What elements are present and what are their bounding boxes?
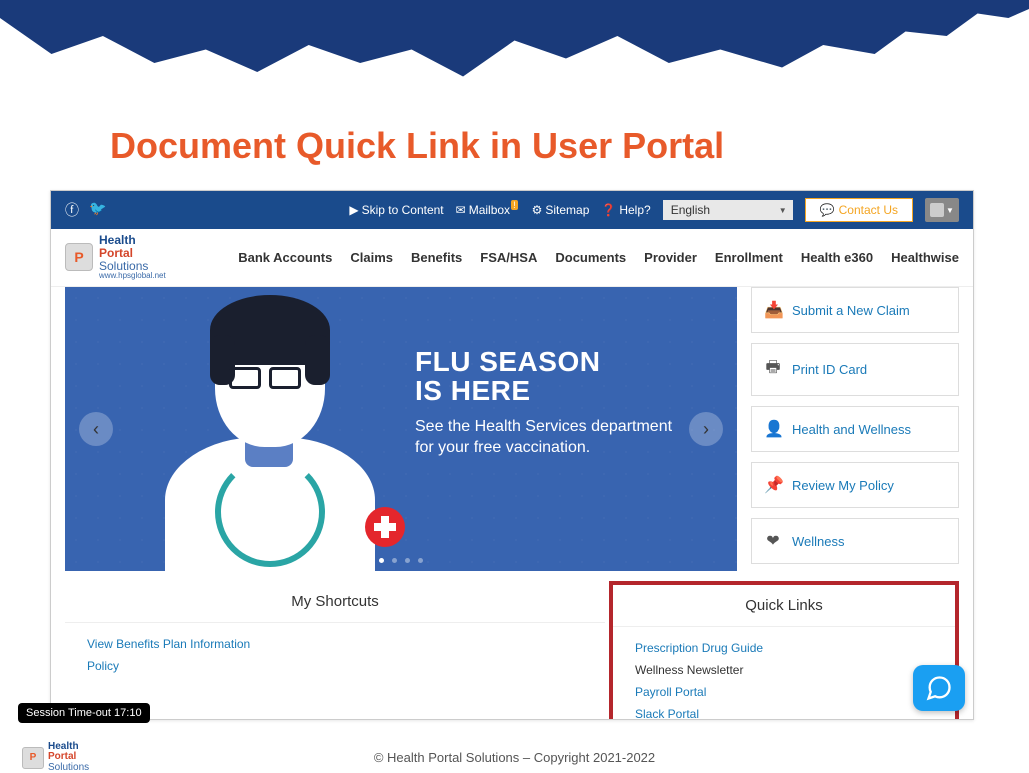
side-cards: 📥 Submit a New Claim 🖶 Print ID Card 👤 Heal…	[751, 287, 959, 571]
shortcuts-title: My Shortcuts	[65, 581, 605, 622]
hero-carousel: ‹ › FLU SEASONIS HERE See the Health Ser…	[65, 287, 737, 571]
sidecard-health-wellness[interactable]: 👤 Health and Wellness	[751, 406, 959, 452]
my-shortcuts-panel: My Shortcuts View Benefits Plan Informat…	[65, 581, 605, 720]
facebook-icon[interactable]: ⓕ	[65, 200, 79, 220]
print-icon: 🖶	[764, 356, 782, 383]
nav-fsa-hsa[interactable]: FSA/HSA	[480, 250, 537, 265]
sidecard-review-policy[interactable]: 📌 Review My Policy	[751, 462, 959, 508]
nav-provider[interactable]: Provider	[644, 250, 697, 265]
footer-copyright: © Health Portal Solutions – Copyright 20…	[374, 750, 655, 765]
nav-bank-accounts[interactable]: Bank Accounts	[238, 250, 332, 265]
portal-screenshot: ⓕ 🐦 ▶ Skip to Content ✉ Mailbox! ⚙ Sitem…	[50, 190, 974, 720]
sidecard-label: Wellness	[792, 534, 845, 549]
user-menu[interactable]: ▼	[925, 198, 959, 222]
help-label: Help?	[619, 203, 650, 217]
footer-logo-mark-icon: P	[22, 747, 44, 769]
quicklink-prescription[interactable]: Prescription Drug Guide	[635, 637, 933, 659]
quicklink-payroll[interactable]: Payroll Portal	[635, 681, 933, 703]
logo-line2: Portal	[99, 247, 166, 260]
language-select[interactable]: English	[663, 200, 793, 220]
medical-cross-icon	[365, 507, 405, 547]
logo-mark-icon	[65, 243, 93, 271]
session-timeout-pill: Session Time-out 17:10	[18, 703, 150, 723]
dot-3[interactable]	[405, 558, 410, 563]
hero-text: FLU SEASONIS HERE See the Health Service…	[415, 347, 695, 459]
nav-enrollment[interactable]: Enrollment	[715, 250, 783, 265]
slide-title: Document Quick Link in User Portal	[110, 125, 724, 167]
inbox-icon: 📥	[764, 300, 782, 320]
dot-4[interactable]	[418, 558, 423, 563]
chat-button[interactable]	[913, 665, 965, 711]
person-icon: 👤	[764, 419, 782, 439]
help-link[interactable]: ❓ Help?	[601, 203, 650, 217]
heart-icon: ❤	[764, 531, 782, 551]
quicklinks-title: Quick Links	[613, 585, 955, 626]
quicklink-slack[interactable]: Slack Portal	[635, 703, 933, 720]
mailbox-label: Mailbox	[469, 203, 510, 217]
quick-links-panel: Quick Links Prescription Drug Guide Well…	[609, 581, 959, 720]
language-value: English	[663, 200, 793, 220]
social-icons: ⓕ 🐦	[65, 200, 106, 220]
carousel-prev-button[interactable]: ‹	[79, 412, 113, 446]
nav-healthwise[interactable]: Healthwise	[891, 250, 959, 265]
shortcut-view-benefits[interactable]: View Benefits Plan Information	[87, 633, 583, 655]
caret-down-icon: ▼	[946, 206, 954, 215]
twitter-icon[interactable]: 🐦	[89, 200, 106, 220]
skip-to-content-link[interactable]: ▶ Skip to Content	[349, 203, 443, 217]
contact-label: Contact Us	[839, 203, 898, 217]
sidecard-label: Health and Wellness	[792, 422, 911, 437]
top-bar: ⓕ 🐦 ▶ Skip to Content ✉ Mailbox! ⚙ Sitem…	[51, 191, 973, 229]
skip-label: Skip to Content	[362, 203, 444, 217]
chat-icon	[925, 674, 953, 702]
nav-benefits[interactable]: Benefits	[411, 250, 462, 265]
footer-logo: P Health Portal Solutions	[22, 742, 89, 773]
shortcut-policy[interactable]: Policy	[87, 655, 583, 677]
sidecard-print-id[interactable]: 🖶 Print ID Card	[751, 343, 959, 396]
nav-health-e360[interactable]: Health e360	[801, 250, 873, 265]
nav-links: Bank Accounts Claims Benefits FSA/HSA Do…	[238, 250, 959, 265]
footer-logo-line3: Solutions	[48, 763, 89, 773]
contact-us-button[interactable]: 💬 Contact Us	[805, 198, 913, 222]
avatar-icon	[930, 203, 944, 217]
quicklink-wellness-newsletter: Wellness Newsletter	[635, 659, 933, 681]
footer: P Health Portal Solutions © Health Porta…	[0, 750, 1029, 765]
nav-bar: Health Portal Solutions www.hpsglobal.ne…	[51, 229, 973, 287]
nav-documents[interactable]: Documents	[555, 250, 626, 265]
sitemap-link[interactable]: ⚙ Sitemap	[532, 203, 590, 217]
mailbox-link[interactable]: ✉ Mailbox!	[456, 203, 520, 217]
sidecard-submit-claim[interactable]: 📥 Submit a New Claim	[751, 287, 959, 333]
sidecard-label: Submit a New Claim	[792, 303, 910, 318]
dot-2[interactable]	[392, 558, 397, 563]
pin-icon: 📌	[764, 475, 782, 495]
hero-body: See the Health Services department for y…	[415, 416, 695, 459]
carousel-dots	[379, 558, 423, 563]
sidecard-label: Print ID Card	[792, 362, 867, 377]
logo[interactable]: Health Portal Solutions www.hpsglobal.ne…	[65, 234, 166, 280]
mailbox-badge: !	[511, 200, 518, 210]
sidecard-label: Review My Policy	[792, 478, 894, 493]
dot-1[interactable]	[379, 558, 384, 563]
hero-title-1: FLU SEASON	[415, 346, 600, 377]
sidecard-wellness[interactable]: ❤ Wellness	[751, 518, 959, 564]
sitemap-label: Sitemap	[545, 203, 589, 217]
nav-claims[interactable]: Claims	[350, 250, 393, 265]
doctor-illustration	[125, 287, 415, 571]
logo-url: www.hpsglobal.net	[99, 272, 166, 280]
hero-title-2: IS HERE	[415, 375, 531, 406]
logo-text: Health Portal Solutions www.hpsglobal.ne…	[99, 234, 166, 280]
decorative-wave	[0, 0, 1029, 90]
